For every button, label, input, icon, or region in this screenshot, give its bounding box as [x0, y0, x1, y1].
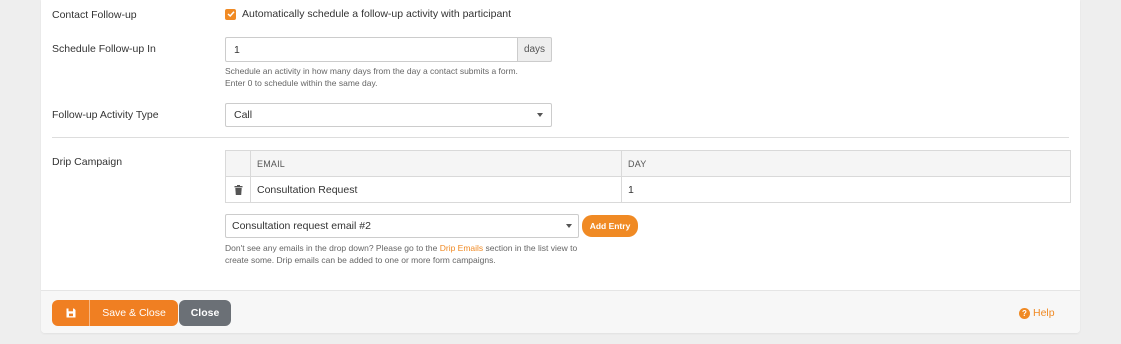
schedule-followup-label: Schedule Follow-up In — [52, 43, 156, 55]
activity-type-value: Call — [234, 109, 253, 121]
row-email: Consultation Request — [250, 176, 622, 203]
check-icon — [226, 11, 235, 18]
contact-followup-checkbox-label: Automatically schedule a follow-up activ… — [242, 8, 512, 20]
drip-hint: Don't see any emails in the drop down? P… — [225, 242, 577, 266]
drip-hint-line-2: create some. Drip emails can be added to… — [225, 255, 496, 265]
delete-cell — [225, 176, 251, 203]
contact-followup-option[interactable]: Automatically schedule a follow-up activ… — [225, 8, 511, 20]
drip-email-select-value: Consultation request email #2 — [232, 220, 371, 232]
contact-followup-checkbox[interactable] — [225, 8, 236, 20]
chevron-down-icon — [537, 113, 543, 117]
form-panel: Contact Follow-up Automatically schedule… — [41, 0, 1080, 333]
save-close-label: Save & Close — [102, 307, 166, 319]
save-icon-wrap — [52, 300, 90, 326]
activity-type-select[interactable]: Call — [225, 103, 552, 127]
chevron-down-icon — [566, 224, 572, 228]
help-icon: ? — [1019, 307, 1030, 319]
header-action — [225, 150, 251, 177]
schedule-hint: Schedule an activity in how many days fr… — [225, 65, 518, 89]
header-email: EMAIL — [250, 150, 622, 177]
help-label: Help — [1033, 307, 1055, 319]
schedule-hint-line-2: Enter 0 to schedule within the same day. — [225, 78, 378, 88]
section-divider — [52, 137, 1069, 138]
save-icon — [66, 308, 75, 318]
drip-emails-link[interactable]: Drip Emails — [440, 243, 483, 253]
schedule-hint-line-1: Schedule an activity in how many days fr… — [225, 66, 518, 76]
close-button[interactable]: Close — [179, 300, 231, 326]
drip-hint-line-1: Don't see any emails in the drop down? P… — [225, 242, 577, 254]
drip-table: EMAIL DAY Consultation Request 1 — [225, 150, 1071, 203]
drip-campaign-label: Drip Campaign — [52, 156, 123, 168]
days-addon: days — [518, 37, 552, 62]
trash-icon[interactable] — [234, 184, 243, 195]
drip-hint-post: section in the list view to — [483, 243, 578, 253]
drip-hint-pre: Don't see any emails in the drop down? P… — [225, 243, 440, 253]
help-link[interactable]: ? Help — [1019, 307, 1055, 319]
drip-table-header: EMAIL DAY — [225, 150, 1071, 177]
header-day: DAY — [621, 150, 1071, 177]
form-footer: Save & Close Close ? Help — [41, 290, 1080, 333]
contact-followup-label: Contact Follow-up — [52, 9, 137, 21]
drip-email-select[interactable]: Consultation request email #2 — [225, 214, 579, 238]
schedule-days-input[interactable]: 1 — [225, 37, 518, 62]
activity-type-label: Follow-up Activity Type — [52, 109, 159, 121]
table-row: Consultation Request 1 — [225, 176, 1071, 203]
add-entry-button[interactable]: Add Entry — [582, 215, 638, 237]
save-close-button[interactable]: Save & Close — [52, 300, 178, 326]
drip-table-wrapper: EMAIL DAY Consultation Request 1 — [225, 150, 1071, 203]
row-day: 1 — [621, 176, 1071, 203]
